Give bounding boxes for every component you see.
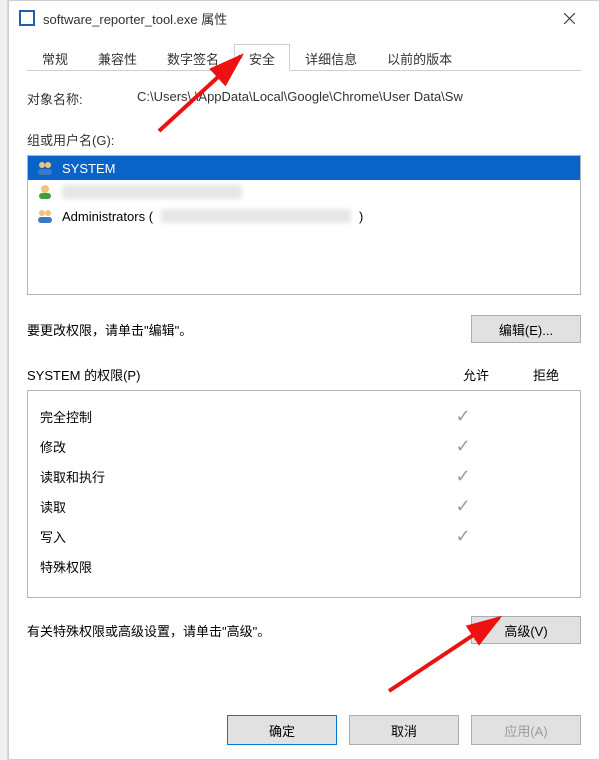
close-button[interactable] [549, 4, 589, 32]
cancel-button[interactable]: 取消 [349, 715, 459, 745]
list-item-suffix: ) [359, 209, 363, 224]
object-name-label: 对象名称: [27, 89, 137, 108]
list-item[interactable] [28, 180, 580, 204]
permission-row: 写入✓ [28, 521, 580, 551]
cancel-button-label: 取消 [391, 721, 417, 740]
groups-listbox[interactable]: SYSTEM Administrators ( ) [27, 155, 581, 295]
permission-allow: ✓ [428, 466, 498, 487]
list-item-label: Administrators ( [62, 209, 153, 224]
apply-button[interactable]: 应用(A) [471, 715, 581, 745]
permissions-header: SYSTEM 的权限(P) 允许 拒绝 [27, 365, 581, 384]
ok-button[interactable]: 确定 [227, 715, 337, 745]
tab-previous[interactable]: 以前的版本 [372, 44, 467, 71]
permission-row: 特殊权限 [28, 551, 580, 581]
permission-name: 修改 [40, 437, 428, 456]
permission-name: 完全控制 [40, 407, 428, 426]
permission-allow: ✓ [428, 436, 498, 457]
title-bar: software_reporter_tool.exe 属性 [9, 1, 599, 35]
tab-security[interactable]: 安全 [234, 44, 290, 71]
permission-name: 读取和执行 [40, 467, 428, 486]
redacted-text [161, 209, 351, 223]
list-item[interactable]: Administrators ( ) [28, 204, 580, 228]
permission-name: 读取 [40, 497, 428, 516]
edit-button[interactable]: 编辑(E)... [471, 315, 581, 343]
edit-button-label: 编辑(E)... [499, 320, 553, 339]
tab-details[interactable]: 详细信息 [290, 44, 372, 71]
tab-strip: 常规 兼容性 数字签名 安全 详细信息 以前的版本 [27, 43, 581, 71]
permission-allow: ✓ [428, 406, 498, 427]
dialog-button-row: 确定 取消 应用(A) [227, 715, 581, 745]
external-edge [0, 0, 8, 760]
apply-button-label: 应用(A) [504, 721, 547, 740]
permissions-box: 完全控制✓修改✓读取和执行✓读取✓写入✓特殊权限 [27, 390, 581, 598]
ok-button-label: 确定 [269, 721, 295, 740]
title-bar-left: software_reporter_tool.exe 属性 [19, 9, 227, 28]
permissions-header-deny: 拒绝 [511, 365, 581, 384]
user-green-icon [36, 184, 54, 200]
window-title: software_reporter_tool.exe 属性 [43, 9, 227, 28]
close-icon [564, 13, 575, 24]
advanced-button[interactable]: 高级(V) [471, 616, 581, 644]
permission-row: 修改✓ [28, 431, 580, 461]
dialog-content: 常规 兼容性 数字签名 安全 详细信息 以前的版本 对象名称: C:\Users… [9, 35, 599, 654]
edit-hint: 要更改权限，请单击"编辑"。 [27, 320, 192, 339]
tab-general[interactable]: 常规 [27, 44, 83, 71]
groups-label: 组或用户名(G): [27, 130, 581, 149]
permission-allow: ✓ [428, 526, 498, 547]
permission-name: 写入 [40, 527, 428, 546]
object-name-value: C:\Users\ \AppData\Local\Google\Chrome\U… [137, 89, 581, 108]
object-name-row: 对象名称: C:\Users\ \AppData\Local\Google\Ch… [27, 89, 581, 108]
redacted-text [62, 185, 242, 199]
edit-row: 要更改权限，请单击"编辑"。 编辑(E)... [27, 315, 581, 343]
groups-label-text: 组或用户名(G): [27, 133, 114, 148]
advanced-hint: 有关特殊权限或高级设置，请单击"高级"。 [27, 621, 270, 640]
permission-name: 特殊权限 [40, 557, 428, 576]
advanced-row: 有关特殊权限或高级设置，请单击"高级"。 高级(V) [27, 616, 581, 644]
tab-signatures[interactable]: 数字签名 [152, 44, 234, 71]
permission-row: 读取✓ [28, 491, 580, 521]
advanced-button-label: 高级(V) [504, 621, 547, 640]
permission-row: 读取和执行✓ [28, 461, 580, 491]
properties-dialog: software_reporter_tool.exe 属性 常规 兼容性 数字签… [8, 0, 600, 760]
permissions-header-name: SYSTEM 的权限(P) [27, 365, 441, 384]
permissions-header-allow: 允许 [441, 365, 511, 384]
users-icon [36, 208, 54, 224]
list-item[interactable]: SYSTEM [28, 156, 580, 180]
users-icon [36, 160, 54, 176]
tab-compat[interactable]: 兼容性 [83, 44, 152, 71]
permission-allow: ✓ [428, 496, 498, 517]
app-icon [19, 10, 35, 26]
list-item-label: SYSTEM [62, 161, 115, 176]
permission-row: 完全控制✓ [28, 401, 580, 431]
